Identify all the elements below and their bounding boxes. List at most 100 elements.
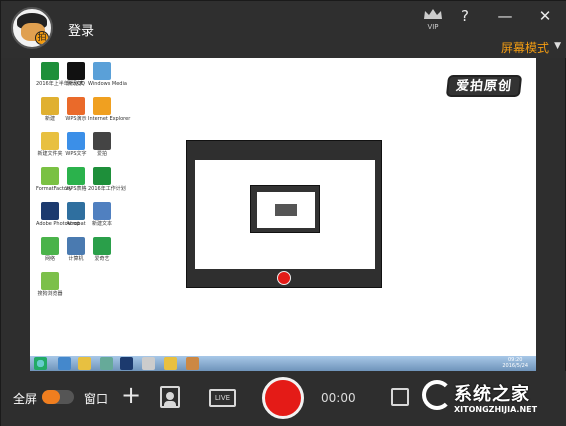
recorder-window: 拍 登录 VIP ? — ✕ 屏幕模式 ▼ 2016年上半年计划表 腾讯QQ Win… [0, 0, 566, 426]
app-icon [67, 167, 85, 185]
desktop-icon[interactable]: 2016年工作计划 [88, 167, 126, 201]
login-link[interactable]: 登录 [68, 20, 94, 39]
taskbar-app-icon [58, 357, 71, 370]
desktop-icon-label: 新建文件夹 [37, 151, 63, 157]
desktop-icon[interactable]: 计算机 [62, 237, 90, 271]
desktop-icon[interactable]: 爱拍 [88, 132, 116, 166]
desktop-icon[interactable]: WPS表格 [62, 167, 90, 201]
vip-crown-icon [424, 9, 442, 19]
app-icon [67, 132, 85, 150]
chevron-down-icon[interactable]: ▼ [554, 41, 561, 51]
nested-record-button [277, 271, 291, 285]
vip-label: VIP [427, 23, 439, 31]
desktop-icon-label: WPS演示 [65, 116, 87, 122]
desktop-icon[interactable]: Internet Explorer [88, 97, 131, 131]
portrait-body-icon [164, 401, 176, 406]
taskbar-clock: 09:20 2016/5/24 [502, 357, 528, 369]
minimize-button[interactable]: — [493, 5, 517, 27]
app-icon [93, 62, 111, 80]
desktop-icon[interactable]: 爱奇艺 [88, 237, 116, 271]
toggle-knob [42, 390, 60, 404]
app-icon [41, 97, 59, 115]
desktop-icon[interactable]: FormatFactory [36, 167, 72, 201]
desktop-icon-label: 网络 [44, 256, 55, 262]
nested-recorder-preview [186, 140, 382, 288]
taskbar-app-icon [186, 357, 199, 370]
nested-window [250, 185, 320, 233]
portrait-icon [166, 392, 174, 400]
desktop-icon-label: 腾讯QQ [67, 81, 85, 87]
desktop-icon[interactable]: 腾讯QQ [62, 62, 90, 96]
nested-window-screen [257, 192, 315, 228]
desktop-icon-label: 新建文本 [91, 221, 112, 227]
desktop-icon[interactable]: 新建文本 [88, 202, 116, 236]
desktop-icon[interactable]: Adobe Photoshop [36, 202, 80, 236]
app-icon [67, 97, 85, 115]
start-icon [34, 357, 47, 370]
desktop-icon[interactable]: WPS演示 [62, 97, 90, 131]
vip-button[interactable]: VIP [422, 8, 444, 31]
taskbar-ps-icon [120, 357, 133, 370]
taskbar-folder-icon [78, 357, 91, 370]
desktop-icon-label: FormatFactory [36, 186, 72, 192]
fullscreen-label[interactable]: 全屏 [13, 390, 37, 407]
app-icon [93, 97, 111, 115]
desktop-icon-label: 计算机 [68, 256, 84, 262]
app-icon [41, 132, 59, 150]
desktop-icon[interactable]: 网络 [36, 237, 64, 271]
desktop-icon-label: Windows Media [88, 81, 127, 87]
desktop-icon-label: Acrobat [66, 221, 86, 227]
app-icon [41, 272, 59, 290]
desktop-icon-label: 爱奇艺 [94, 256, 110, 262]
help-button[interactable]: ? [453, 5, 477, 27]
app-icon [93, 237, 111, 255]
desktop-icon-label: WPS表格 [65, 186, 87, 192]
desktop-icon[interactable]: 2016年上半年计划表 [36, 62, 84, 96]
desktop-icon-label: 2016年上半年计划表 [36, 81, 84, 87]
taskbar-app-icon [142, 357, 155, 370]
desktop-icon-label: Internet Explorer [88, 116, 131, 122]
record-timer: 00:00 [321, 391, 356, 405]
desktop-icon[interactable]: Acrobat [62, 202, 90, 236]
aipai-logo: 爱拍原创 [445, 75, 523, 97]
window-label[interactable]: 窗口 [84, 390, 108, 407]
app-icon [41, 62, 59, 80]
taskbar-app-icon [164, 357, 177, 370]
fullscreen-window-toggle[interactable] [42, 390, 74, 404]
app-icon [93, 132, 111, 150]
app-icon [93, 167, 111, 185]
app-icon [41, 202, 59, 220]
desktop-icon-label: 新建 [44, 116, 55, 122]
desktop-icon[interactable]: 新建文件夹 [36, 132, 64, 166]
desktop-icon[interactable]: 搜狗浏览器 [36, 272, 64, 306]
desktop-icon[interactable]: 新建 [36, 97, 64, 131]
taskbar-app-icon [100, 357, 113, 370]
screenshot-button[interactable] [160, 386, 180, 408]
app-icon [67, 62, 85, 80]
nested-control-bar [187, 269, 381, 287]
nested-screen [195, 160, 375, 270]
close-button[interactable]: ✕ [533, 5, 557, 27]
nested-dialog [275, 204, 297, 216]
app-icon [93, 202, 111, 220]
desktop-icon[interactable]: WPS文字 [62, 132, 90, 166]
mode-selector[interactable]: 屏幕模式 [501, 39, 549, 56]
app-icon [41, 167, 59, 185]
desktop-icon-label: Adobe Photoshop [36, 221, 80, 227]
avatar-badge-icon: 拍 [35, 31, 49, 45]
desktop-icon-label: 2016年工作计划 [88, 186, 126, 192]
live-button[interactable]: LIVE [209, 389, 236, 407]
desktop-icon-label: WPS文字 [65, 151, 87, 157]
add-button[interactable]: + [120, 383, 142, 407]
desktop-icon-label: 搜狗浏览器 [37, 291, 63, 297]
app-icon [67, 202, 85, 220]
app-icon [41, 237, 59, 255]
title-bar: 拍 登录 VIP ? — ✕ 屏幕模式 ▼ [1, 1, 566, 58]
windows-taskbar: 09:20 2016/5/24 [30, 356, 536, 371]
screen-preview: 2016年上半年计划表 腾讯QQ Windows Media 新建 WPS演示 Inter… [30, 58, 536, 371]
app-icon [67, 237, 85, 255]
avatar[interactable]: 拍 [11, 7, 53, 49]
film-icon[interactable] [391, 388, 409, 406]
record-button[interactable] [262, 377, 304, 419]
desktop-icon[interactable]: Windows Media [88, 62, 127, 96]
